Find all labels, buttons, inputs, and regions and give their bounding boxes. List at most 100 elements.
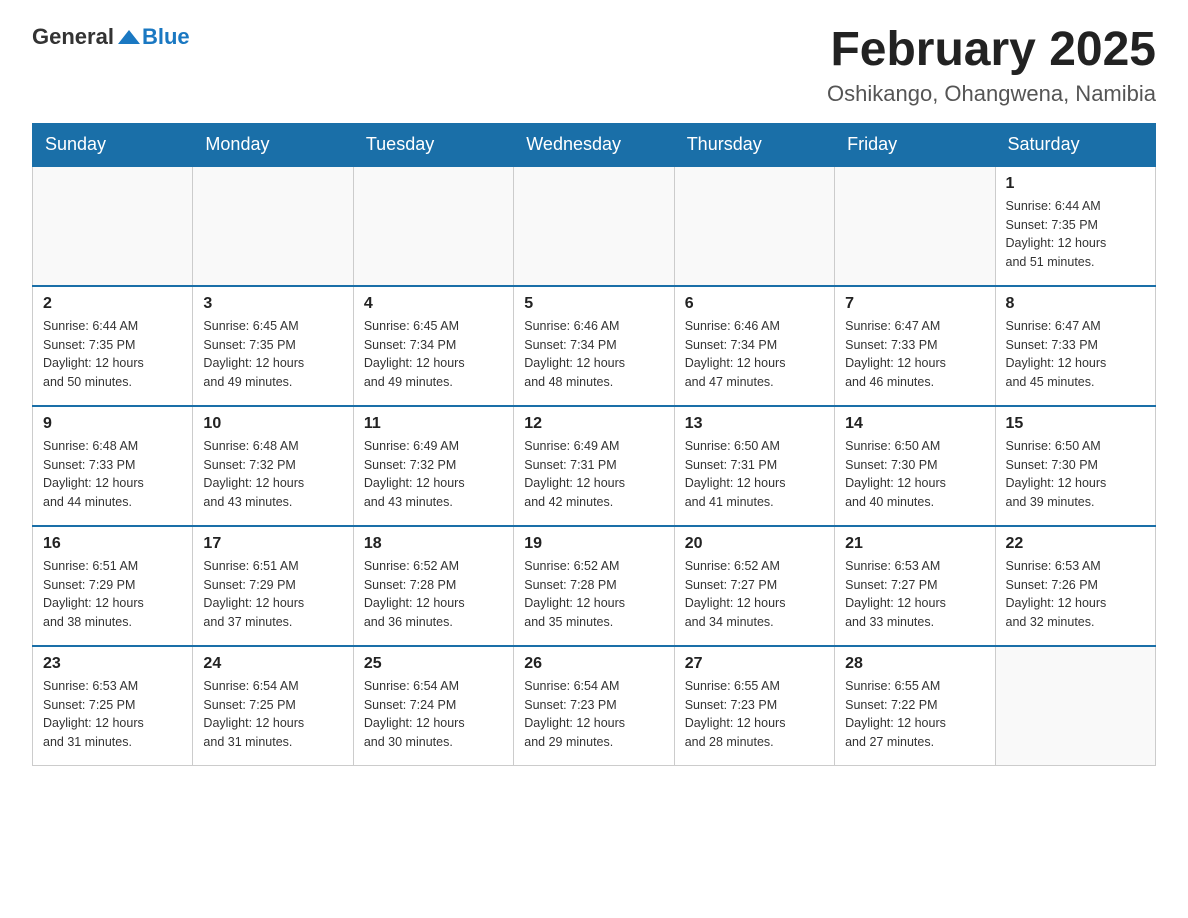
page-header: General Blue February 2025 Oshikango, Oh… <box>32 24 1156 107</box>
calendar-day-header: Tuesday <box>353 123 513 166</box>
day-info: Sunrise: 6:55 AM Sunset: 7:23 PM Dayligh… <box>685 677 824 752</box>
day-number: 14 <box>845 415 984 433</box>
calendar-cell: 6 Sunrise: 6:46 AM Sunset: 7:34 PM Daylig… <box>674 286 834 406</box>
day-info: Sunrise: 6:50 AM Sunset: 7:30 PM Dayligh… <box>845 437 984 512</box>
day-number: 25 <box>364 655 503 673</box>
calendar-week-row: 23 Sunrise: 6:53 AM Sunset: 7:25 PM Dayli… <box>33 646 1156 766</box>
calendar-week-row: 2 Sunrise: 6:44 AM Sunset: 7:35 PM Daylig… <box>33 286 1156 406</box>
calendar-cell: 7 Sunrise: 6:47 AM Sunset: 7:33 PM Daylig… <box>835 286 995 406</box>
calendar-day-header: Sunday <box>33 123 193 166</box>
calendar-cell <box>835 166 995 286</box>
calendar-week-row: 1 Sunrise: 6:44 AM Sunset: 7:35 PM Daylig… <box>33 166 1156 286</box>
day-number: 24 <box>203 655 342 673</box>
calendar-table: SundayMondayTuesdayWednesdayThursdayFrid… <box>32 123 1156 767</box>
day-number: 3 <box>203 295 342 313</box>
month-title: February 2025 <box>827 24 1156 77</box>
location: Oshikango, Ohangwena, Namibia <box>827 81 1156 107</box>
calendar-cell: 28 Sunrise: 6:55 AM Sunset: 7:22 PM Dayli… <box>835 646 995 766</box>
calendar-week-row: 16 Sunrise: 6:51 AM Sunset: 7:29 PM Dayli… <box>33 526 1156 646</box>
day-info: Sunrise: 6:50 AM Sunset: 7:30 PM Dayligh… <box>1006 437 1145 512</box>
calendar-cell: 3 Sunrise: 6:45 AM Sunset: 7:35 PM Daylig… <box>193 286 353 406</box>
calendar-cell: 4 Sunrise: 6:45 AM Sunset: 7:34 PM Daylig… <box>353 286 513 406</box>
day-number: 7 <box>845 295 984 313</box>
calendar-cell: 16 Sunrise: 6:51 AM Sunset: 7:29 PM Dayli… <box>33 526 193 646</box>
day-info: Sunrise: 6:53 AM Sunset: 7:25 PM Dayligh… <box>43 677 182 752</box>
calendar-cell: 19Sunrise: 6:52 AM Sunset: 7:28 PM Dayli… <box>514 526 674 646</box>
day-info: Sunrise: 6:53 AM Sunset: 7:26 PM Dayligh… <box>1006 557 1145 632</box>
day-info: Sunrise: 6:54 AM Sunset: 7:23 PM Dayligh… <box>524 677 663 752</box>
day-info: Sunrise: 6:51 AM Sunset: 7:29 PM Dayligh… <box>203 557 342 632</box>
calendar-day-header: Friday <box>835 123 995 166</box>
day-number: 28 <box>845 655 984 673</box>
day-number: 27 <box>685 655 824 673</box>
calendar-cell: 26Sunrise: 6:54 AM Sunset: 7:23 PM Dayli… <box>514 646 674 766</box>
calendar-cell: 22 Sunrise: 6:53 AM Sunset: 7:26 PM Dayli… <box>995 526 1155 646</box>
calendar-cell: 10Sunrise: 6:48 AM Sunset: 7:32 PM Dayli… <box>193 406 353 526</box>
day-number: 10 <box>203 415 342 433</box>
calendar-cell <box>353 166 513 286</box>
calendar-header-row: SundayMondayTuesdayWednesdayThursdayFrid… <box>33 123 1156 166</box>
day-info: Sunrise: 6:53 AM Sunset: 7:27 PM Dayligh… <box>845 557 984 632</box>
calendar-cell <box>514 166 674 286</box>
day-number: 8 <box>1006 295 1145 313</box>
calendar-day-header: Thursday <box>674 123 834 166</box>
calendar-cell: 11 Sunrise: 6:49 AM Sunset: 7:32 PM Dayli… <box>353 406 513 526</box>
calendar-cell: 25 Sunrise: 6:54 AM Sunset: 7:24 PM Dayli… <box>353 646 513 766</box>
calendar-cell: 18Sunrise: 6:52 AM Sunset: 7:28 PM Dayli… <box>353 526 513 646</box>
calendar-cell: 17Sunrise: 6:51 AM Sunset: 7:29 PM Dayli… <box>193 526 353 646</box>
logo-text-blue: Blue <box>142 24 190 50</box>
logo: General Blue <box>32 24 190 50</box>
day-number: 21 <box>845 535 984 553</box>
calendar-cell: 2 Sunrise: 6:44 AM Sunset: 7:35 PM Daylig… <box>33 286 193 406</box>
calendar-cell: 8 Sunrise: 6:47 AM Sunset: 7:33 PM Daylig… <box>995 286 1155 406</box>
day-info: Sunrise: 6:54 AM Sunset: 7:25 PM Dayligh… <box>203 677 342 752</box>
day-info: Sunrise: 6:45 AM Sunset: 7:34 PM Dayligh… <box>364 317 503 392</box>
day-number: 18 <box>364 535 503 553</box>
calendar-cell: 23 Sunrise: 6:53 AM Sunset: 7:25 PM Dayli… <box>33 646 193 766</box>
calendar-cell: 24 Sunrise: 6:54 AM Sunset: 7:25 PM Dayli… <box>193 646 353 766</box>
day-info: Sunrise: 6:51 AM Sunset: 7:29 PM Dayligh… <box>43 557 182 632</box>
day-info: Sunrise: 6:54 AM Sunset: 7:24 PM Dayligh… <box>364 677 503 752</box>
calendar-cell: 27 Sunrise: 6:55 AM Sunset: 7:23 PM Dayli… <box>674 646 834 766</box>
day-info: Sunrise: 6:47 AM Sunset: 7:33 PM Dayligh… <box>845 317 984 392</box>
day-info: Sunrise: 6:47 AM Sunset: 7:33 PM Dayligh… <box>1006 317 1145 392</box>
calendar-cell <box>995 646 1155 766</box>
day-number: 1 <box>1006 175 1145 193</box>
day-info: Sunrise: 6:49 AM Sunset: 7:31 PM Dayligh… <box>524 437 663 512</box>
calendar-day-header: Saturday <box>995 123 1155 166</box>
day-number: 6 <box>685 295 824 313</box>
logo-text-general: General <box>32 24 114 50</box>
day-info: Sunrise: 6:55 AM Sunset: 7:22 PM Dayligh… <box>845 677 984 752</box>
day-info: Sunrise: 6:44 AM Sunset: 7:35 PM Dayligh… <box>43 317 182 392</box>
day-info: Sunrise: 6:49 AM Sunset: 7:32 PM Dayligh… <box>364 437 503 512</box>
day-info: Sunrise: 6:46 AM Sunset: 7:34 PM Dayligh… <box>685 317 824 392</box>
day-number: 20 <box>685 535 824 553</box>
calendar-cell: 12 Sunrise: 6:49 AM Sunset: 7:31 PM Dayli… <box>514 406 674 526</box>
calendar-day-header: Wednesday <box>514 123 674 166</box>
day-info: Sunrise: 6:45 AM Sunset: 7:35 PM Dayligh… <box>203 317 342 392</box>
day-number: 16 <box>43 535 182 553</box>
day-number: 19 <box>524 535 663 553</box>
day-number: 23 <box>43 655 182 673</box>
logo-triangle-icon <box>118 30 140 44</box>
day-number: 11 <box>364 415 503 433</box>
day-number: 4 <box>364 295 503 313</box>
calendar-cell: 1 Sunrise: 6:44 AM Sunset: 7:35 PM Daylig… <box>995 166 1155 286</box>
day-info: Sunrise: 6:50 AM Sunset: 7:31 PM Dayligh… <box>685 437 824 512</box>
day-number: 13 <box>685 415 824 433</box>
calendar-cell <box>674 166 834 286</box>
calendar-cell: 21 Sunrise: 6:53 AM Sunset: 7:27 PM Dayli… <box>835 526 995 646</box>
calendar-cell <box>193 166 353 286</box>
calendar-cell: 14 Sunrise: 6:50 AM Sunset: 7:30 PM Dayli… <box>835 406 995 526</box>
calendar-day-header: Monday <box>193 123 353 166</box>
title-block: February 2025 Oshikango, Ohangwena, Nami… <box>827 24 1156 107</box>
day-number: 5 <box>524 295 663 313</box>
day-number: 9 <box>43 415 182 433</box>
day-number: 12 <box>524 415 663 433</box>
calendar-cell: 20Sunrise: 6:52 AM Sunset: 7:27 PM Dayli… <box>674 526 834 646</box>
day-info: Sunrise: 6:48 AM Sunset: 7:33 PM Dayligh… <box>43 437 182 512</box>
day-info: Sunrise: 6:44 AM Sunset: 7:35 PM Dayligh… <box>1006 197 1145 272</box>
day-number: 22 <box>1006 535 1145 553</box>
day-number: 2 <box>43 295 182 313</box>
day-number: 15 <box>1006 415 1145 433</box>
